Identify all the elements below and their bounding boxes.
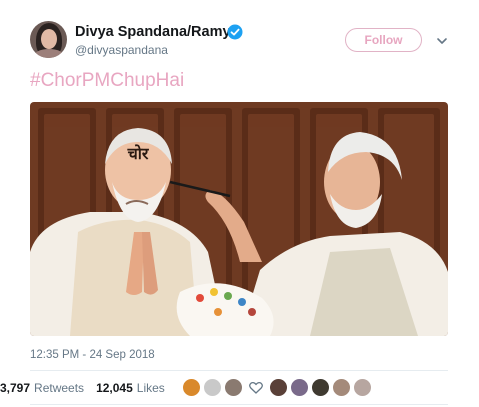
liker-avatar[interactable]: [269, 378, 288, 397]
avatar-body: [34, 49, 64, 58]
display-name[interactable]: Divya Spandana/Ramya: [75, 24, 239, 40]
divider: [30, 370, 448, 371]
tweet-card: Divya Spandana/Ramya @divyaspandana Foll…: [0, 0, 479, 407]
retweets-count[interactable]: 3,797: [0, 381, 30, 395]
liker-avatar[interactable]: [203, 378, 222, 397]
chevron-down-icon[interactable]: [436, 35, 448, 47]
likes-label[interactable]: Likes: [137, 381, 165, 395]
liker-avatar[interactable]: [353, 378, 372, 397]
divider: [30, 404, 448, 405]
liker-avatar[interactable]: [332, 378, 351, 397]
photo-illustration: चोर: [30, 102, 448, 336]
liker-avatar[interactable]: [224, 378, 243, 397]
tweet-stats: 3,797 Retweets 12,045 Likes: [0, 377, 165, 399]
verified-badge-icon: [227, 24, 243, 40]
hashtag-link[interactable]: #ChorPMChupHai: [30, 70, 184, 92]
liker-avatar[interactable]: [182, 378, 201, 397]
heart-icon[interactable]: [249, 381, 263, 395]
retweets-label[interactable]: Retweets: [34, 381, 84, 395]
user-avatar[interactable]: [30, 21, 67, 58]
follow-button[interactable]: Follow: [345, 28, 422, 52]
liker-avatar[interactable]: [290, 378, 309, 397]
tweet-photo[interactable]: चोर: [30, 102, 448, 336]
forehead-text: चोर: [127, 144, 150, 163]
likes-count[interactable]: 12,045: [96, 381, 133, 395]
liker-avatars: [182, 378, 374, 397]
tweet-timestamp[interactable]: 12:35 PM - 24 Sep 2018: [30, 349, 155, 361]
user-handle[interactable]: @divyaspandana: [75, 43, 168, 57]
avatar-face: [41, 29, 57, 49]
liker-avatar[interactable]: [311, 378, 330, 397]
